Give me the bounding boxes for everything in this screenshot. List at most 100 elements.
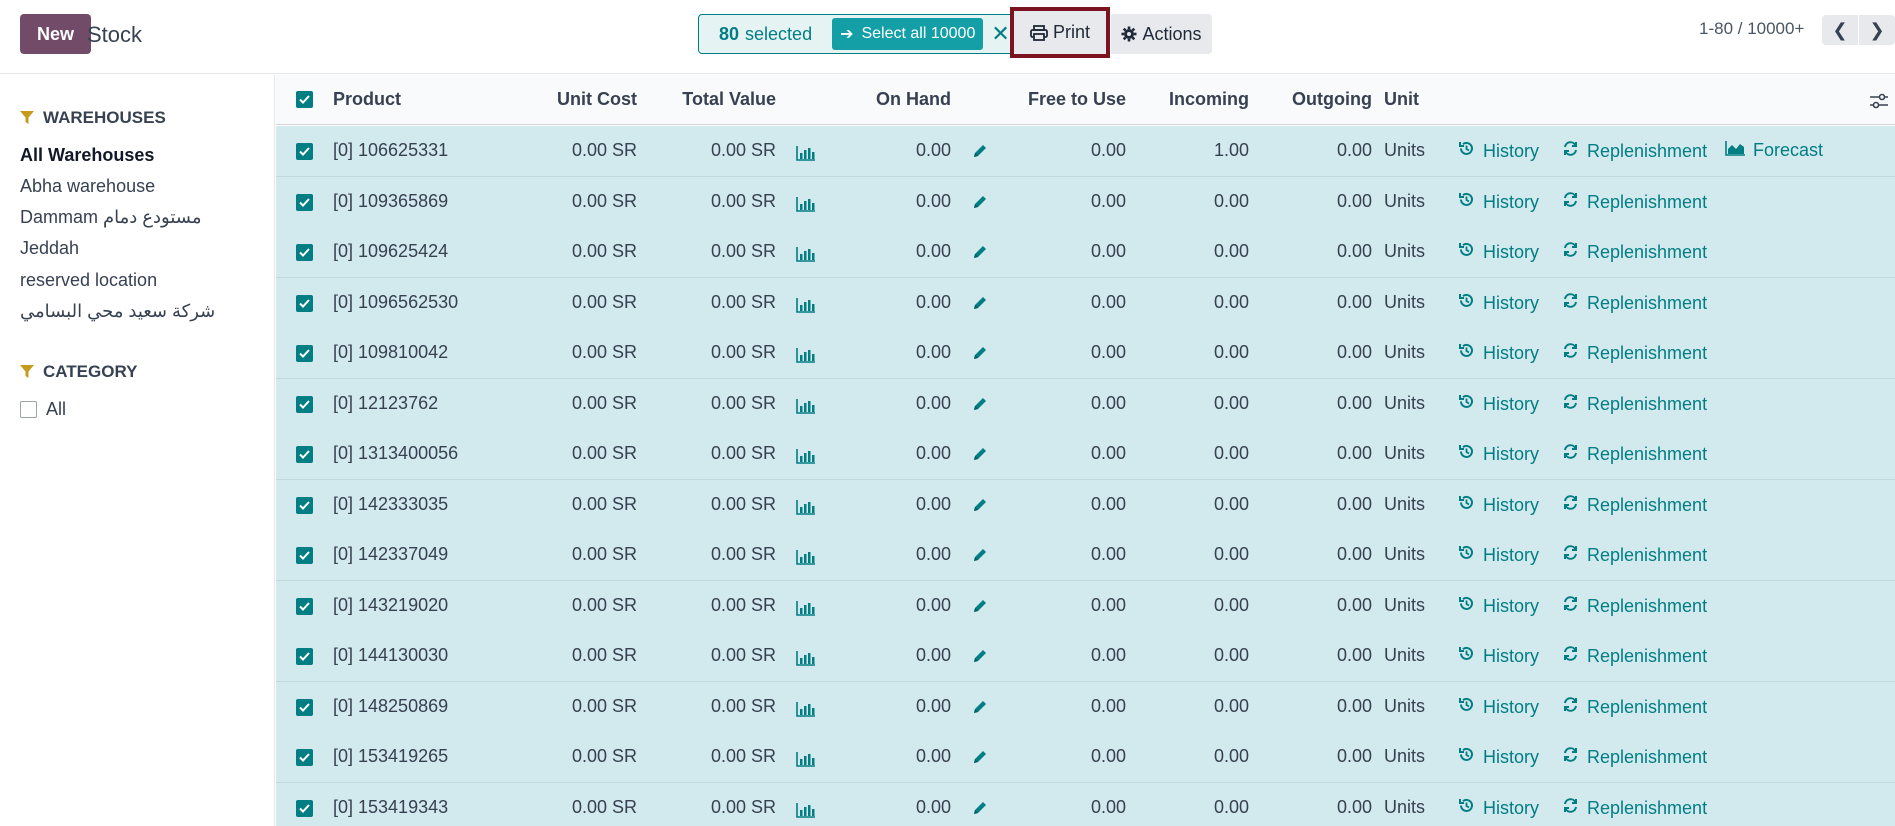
- replenishment-button[interactable]: Replenishment: [1562, 595, 1707, 617]
- table-row[interactable]: [0] 143219020 0.00 SR 0.00 SR 0.00 0.00 0.00 0…: [276, 581, 1895, 632]
- row-checkbox[interactable]: [296, 194, 313, 211]
- table-row[interactable]: [0] 142337049 0.00 SR 0.00 SR 0.00 0.00 0.00 0…: [276, 530, 1895, 581]
- column-incoming[interactable]: Incoming: [1109, 89, 1249, 110]
- row-checkbox[interactable]: [296, 244, 313, 261]
- cell-product[interactable]: [0] 148250869: [333, 696, 448, 717]
- cell-product[interactable]: [0] 106625331: [333, 140, 448, 161]
- row-checkbox[interactable]: [296, 295, 313, 312]
- replenishment-button[interactable]: Replenishment: [1562, 191, 1707, 213]
- table-row[interactable]: [0] 109365869 0.00 SR 0.00 SR 0.00 0.00 0.00 0…: [276, 177, 1895, 228]
- warehouse-item-abha[interactable]: Abha warehouse: [20, 176, 155, 197]
- row-checkbox[interactable]: [296, 699, 313, 716]
- replenishment-button[interactable]: Replenishment: [1562, 241, 1707, 263]
- history-button[interactable]: History: [1458, 494, 1539, 516]
- cell-product[interactable]: [0] 12123762: [333, 393, 438, 414]
- replenishment-button[interactable]: Replenishment: [1562, 443, 1707, 465]
- table-row[interactable]: [0] 153419343 0.00 SR 0.00 SR 0.00 0.00 0.00 0…: [276, 783, 1895, 826]
- replenishment-button[interactable]: Replenishment: [1562, 696, 1707, 718]
- replenishment-button[interactable]: Replenishment: [1562, 494, 1707, 516]
- table-row[interactable]: [0] 12123762 0.00 SR 0.00 SR 0.00 0.00 0.00 0.…: [276, 379, 1895, 430]
- history-button[interactable]: History: [1458, 595, 1539, 617]
- warehouse-item-dammam[interactable]: Dammam مستودع دمام: [20, 207, 202, 228]
- cell-product[interactable]: [0] 1096562530: [333, 292, 458, 313]
- row-checkbox[interactable]: [296, 143, 313, 160]
- replenishment-button[interactable]: Replenishment: [1562, 645, 1707, 667]
- table-row[interactable]: [0] 142333035 0.00 SR 0.00 SR 0.00 0.00 0.00 0…: [276, 480, 1895, 531]
- history-button[interactable]: History: [1458, 645, 1539, 667]
- history-button[interactable]: History: [1458, 393, 1539, 415]
- select-all-checkbox[interactable]: [296, 91, 313, 108]
- history-button[interactable]: History: [1458, 342, 1539, 364]
- warehouse-item-saeed-bassami[interactable]: شركة سعيد محي البسامي: [20, 301, 215, 322]
- history-button[interactable]: History: [1458, 191, 1539, 213]
- pager-next-button[interactable]: ❯: [1859, 15, 1895, 45]
- column-product[interactable]: Product: [333, 89, 401, 110]
- table-row[interactable]: [0] 148250869 0.00 SR 0.00 SR 0.00 0.00 0.00 0…: [276, 682, 1895, 733]
- warehouse-item-reserved-location[interactable]: reserved location: [20, 270, 157, 291]
- row-checkbox[interactable]: [296, 396, 313, 413]
- column-unit[interactable]: Unit: [1384, 89, 1419, 110]
- actions-button[interactable]: Actions: [1111, 14, 1212, 54]
- replenishment-button[interactable]: Replenishment: [1562, 342, 1707, 364]
- cell-product[interactable]: [0] 153419265: [333, 746, 448, 767]
- cell-product[interactable]: [0] 153419343: [333, 797, 448, 818]
- table-row[interactable]: [0] 106625331 0.00 SR 0.00 SR 0.00 0.00 1.00 0…: [276, 126, 1895, 177]
- column-total-value[interactable]: Total Value: [636, 89, 776, 110]
- replenishment-button[interactable]: Replenishment: [1562, 746, 1707, 768]
- cell-product[interactable]: [0] 142337049: [333, 544, 448, 565]
- pager-value[interactable]: 1-80 / 10000+: [1699, 19, 1804, 39]
- replenishment-button[interactable]: Replenishment: [1562, 797, 1707, 819]
- print-button[interactable]: Print: [1010, 7, 1110, 58]
- table-row[interactable]: [0] 109810042 0.00 SR 0.00 SR 0.00 0.00 0.00 0…: [276, 328, 1895, 379]
- history-button[interactable]: History: [1458, 797, 1539, 819]
- page-title[interactable]: Stock: [87, 22, 142, 48]
- column-outgoing[interactable]: Outgoing: [1232, 89, 1372, 110]
- history-button[interactable]: History: [1458, 241, 1539, 263]
- history-button[interactable]: History: [1458, 746, 1539, 768]
- column-on-hand[interactable]: On Hand: [811, 89, 951, 110]
- replenishment-button[interactable]: Replenishment: [1562, 544, 1707, 566]
- replenishment-button[interactable]: Replenishment: [1562, 393, 1707, 415]
- cell-product[interactable]: [0] 143219020: [333, 595, 448, 616]
- warehouse-item-jeddah[interactable]: Jeddah: [20, 238, 79, 259]
- replenishment-button[interactable]: Replenishment: [1562, 292, 1707, 314]
- table-row[interactable]: [0] 109625424 0.00 SR 0.00 SR 0.00 0.00 0.00 0…: [276, 227, 1895, 278]
- history-button[interactable]: History: [1458, 292, 1539, 314]
- close-icon[interactable]: ✕: [991, 23, 1009, 45]
- select-all-button[interactable]: ➔ Select all 10000: [832, 18, 984, 50]
- cell-product[interactable]: [0] 109810042: [333, 342, 448, 363]
- history-button[interactable]: History: [1458, 696, 1539, 718]
- row-checkbox[interactable]: [296, 497, 313, 514]
- cell-product[interactable]: [0] 1313400056: [333, 443, 458, 464]
- table-row[interactable]: [0] 153419265 0.00 SR 0.00 SR 0.00 0.00 0.00 0…: [276, 732, 1895, 783]
- history-button[interactable]: History: [1458, 140, 1539, 162]
- checkbox-icon: [299, 400, 310, 409]
- warehouse-item-all[interactable]: All Warehouses: [20, 145, 154, 166]
- cell-product[interactable]: [0] 109365869: [333, 191, 448, 212]
- row-checkbox[interactable]: [296, 749, 313, 766]
- row-checkbox[interactable]: [296, 345, 313, 362]
- row-checkbox[interactable]: [296, 800, 313, 817]
- row-checkbox[interactable]: [296, 446, 313, 463]
- checkbox-icon[interactable]: [20, 401, 37, 418]
- new-button[interactable]: New: [20, 14, 92, 54]
- cell-product[interactable]: [0] 109625424: [333, 241, 448, 262]
- category-item-all[interactable]: All: [20, 399, 66, 420]
- history-button[interactable]: History: [1458, 443, 1539, 465]
- row-checkbox[interactable]: [296, 547, 313, 564]
- pager-previous-button[interactable]: ❮: [1822, 15, 1858, 45]
- table-row[interactable]: [0] 1313400056 0.00 SR 0.00 SR 0.00 0.00 0.00…: [276, 429, 1895, 480]
- table-row[interactable]: [0] 1096562530 0.00 SR 0.00 SR 0.00 0.00 0.00…: [276, 278, 1895, 329]
- forecast-button[interactable]: Forecast: [1725, 140, 1823, 161]
- column-unit-cost[interactable]: Unit Cost: [497, 89, 637, 110]
- cell-product[interactable]: [0] 142333035: [333, 494, 448, 515]
- replenishment-label: Replenishment: [1587, 595, 1708, 616]
- cell-product[interactable]: [0] 144130030: [333, 645, 448, 666]
- row-checkbox[interactable]: [296, 648, 313, 665]
- history-button[interactable]: History: [1458, 544, 1539, 566]
- table-row[interactable]: [0] 144130030 0.00 SR 0.00 SR 0.00 0.00 0.00 0…: [276, 631, 1895, 682]
- replenishment-button[interactable]: Replenishment: [1562, 140, 1707, 162]
- column-settings-icon[interactable]: [1870, 93, 1888, 109]
- column-free-to-use[interactable]: Free to Use: [986, 89, 1126, 110]
- row-checkbox[interactable]: [296, 598, 313, 615]
